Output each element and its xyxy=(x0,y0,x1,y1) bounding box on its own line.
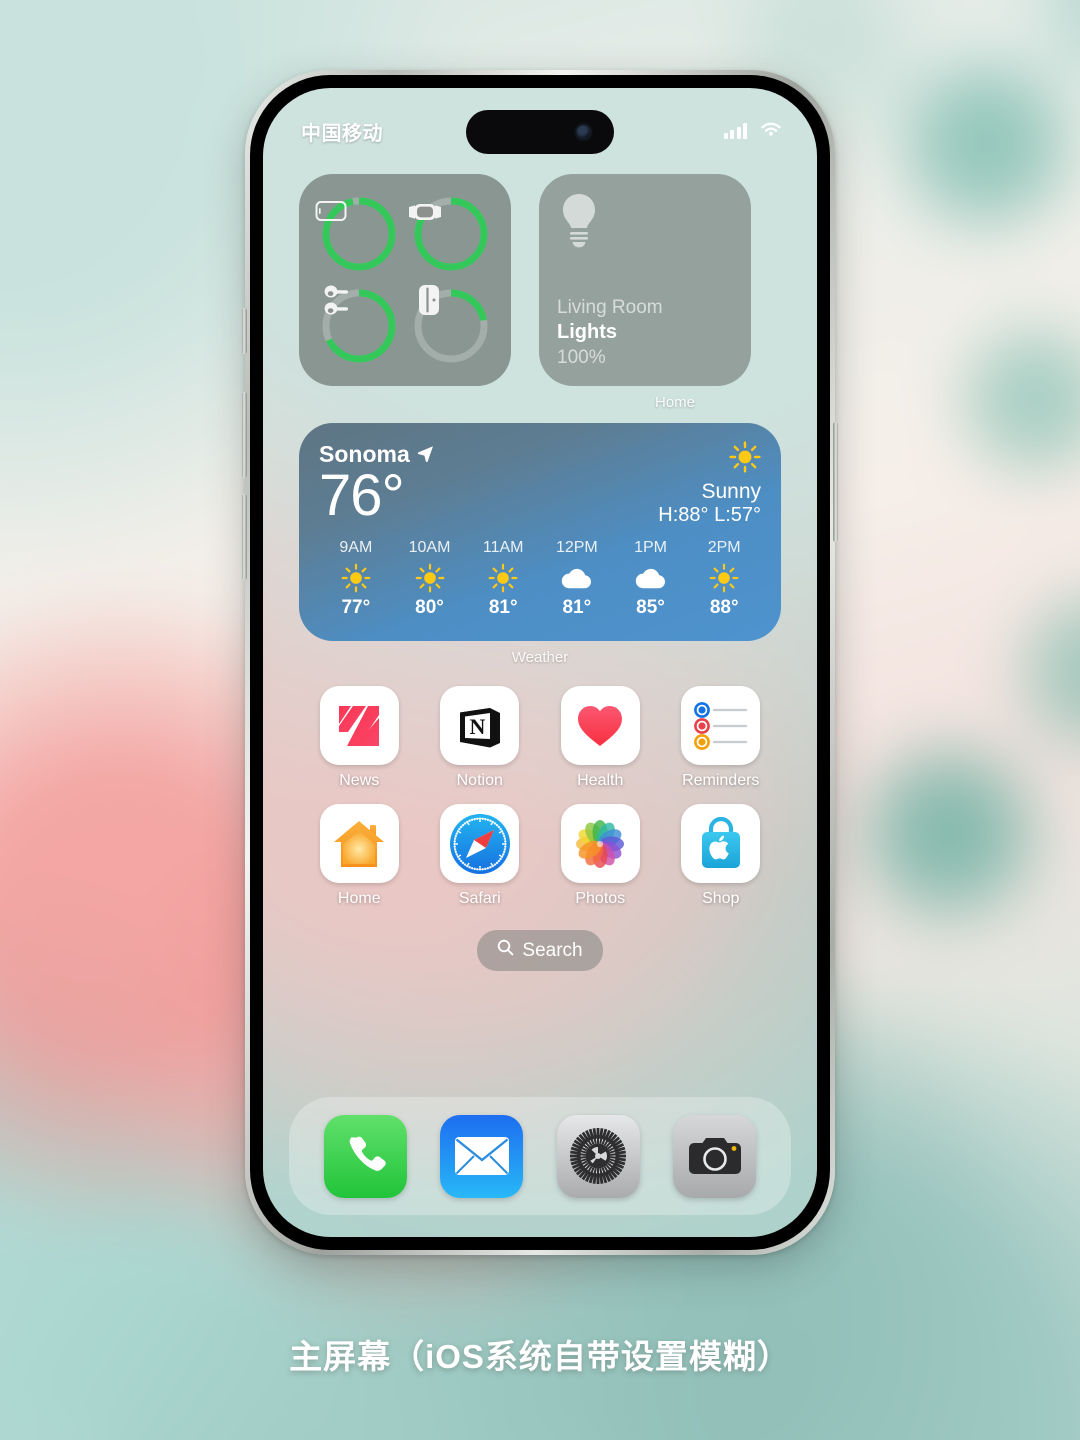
weather-widget[interactable]: Sonoma 76° Sunny H:88° L:57° 9AM 77° 10A… xyxy=(299,423,781,641)
sun-icon xyxy=(729,441,761,477)
home-screen-content: Living Room Lights 100% Home Sonoma 76° … xyxy=(263,88,817,1237)
phone-bezel: 中国移动 Living Room Lights 100% Home Sonoma… xyxy=(250,75,830,1250)
app-icon-safari[interactable]: Safari xyxy=(420,804,541,908)
weather-header: Sonoma 76° Sunny H:88° L:57° xyxy=(319,441,761,527)
apple-home-icon[interactable] xyxy=(319,804,399,883)
battery-ring-airpods-case xyxy=(412,285,490,365)
app-label: News xyxy=(339,772,380,789)
app-label: Health xyxy=(577,772,624,789)
lightbulb-icon xyxy=(557,192,733,255)
weather-hour-temp: 85° xyxy=(636,597,665,618)
home-widget-accessory: Lights xyxy=(557,321,617,344)
app-label: Home xyxy=(337,890,381,907)
weather-hour-time: 1PM xyxy=(634,539,667,556)
search-button[interactable]: Search xyxy=(477,930,603,971)
search-icon xyxy=(497,939,514,962)
app-label: Photos xyxy=(575,890,626,907)
app-icon-photos[interactable]: Photos xyxy=(540,804,661,908)
app-label: Reminders xyxy=(682,772,760,789)
weather-hour-time: 2PM xyxy=(707,539,741,556)
volume-up-button[interactable] xyxy=(242,392,247,478)
photos-icon[interactable] xyxy=(560,804,640,883)
weather-hour-column: 1PM 85° xyxy=(614,539,688,619)
airpods-icon xyxy=(320,285,398,365)
weather-hour-column: 10AM 80° xyxy=(393,539,467,619)
weather-hour-column: 2PM 88° xyxy=(687,539,761,619)
weather-current-temp: 76° xyxy=(319,463,405,528)
apple-health-icon[interactable] xyxy=(560,686,640,765)
weather-hour-temp: 88° xyxy=(709,597,739,618)
action-button[interactable] xyxy=(242,308,247,354)
app-icon-shop[interactable]: Shop xyxy=(661,804,782,908)
weather-hour-temp: 81° xyxy=(488,597,518,618)
search-label: Search xyxy=(522,939,583,961)
iphone-icon xyxy=(315,195,398,273)
iphone-screen: 中国移动 Living Room Lights 100% Home Sonoma… xyxy=(263,88,817,1237)
app-icon-home[interactable]: Home xyxy=(299,804,420,908)
home-widget-label-wrap: Home xyxy=(569,394,781,411)
volume-down-button[interactable] xyxy=(242,494,247,580)
weather-widget-label: Weather xyxy=(511,649,569,666)
apple-news-icon[interactable] xyxy=(319,686,399,765)
svg-text:N: N xyxy=(469,714,485,739)
app-label: Shop xyxy=(702,890,740,907)
home-widget-value: 100% xyxy=(557,347,606,369)
app-icon-reminders[interactable]: Reminders xyxy=(661,686,782,790)
cellular-bars-icon xyxy=(723,123,747,139)
weather-hour-column: 11AM 81° xyxy=(466,539,540,619)
cloud-icon xyxy=(614,561,688,595)
wifi-icon xyxy=(759,120,783,143)
weather-hourly-forecast: 9AM 77° 10AM 80° 11AM 81° 12PM 81° 1PM 85° 2P… xyxy=(319,539,761,619)
apple-store-icon[interactable] xyxy=(681,804,761,883)
notion-icon[interactable]: N xyxy=(440,686,520,765)
cloud-icon xyxy=(540,561,614,595)
airpods-case-icon xyxy=(412,285,490,365)
battery-ring-airpods xyxy=(320,285,398,365)
weather-hour-temp: 77° xyxy=(341,597,371,618)
sun-icon xyxy=(393,561,467,595)
battery-ring-iphone xyxy=(315,195,398,273)
app-icon-notion[interactable]: N Notion xyxy=(420,686,541,790)
weather-condition-label: Sunny xyxy=(701,480,761,503)
reminders-icon[interactable] xyxy=(681,686,761,765)
weather-hour-column: 12PM 81° xyxy=(540,539,614,619)
weather-high-low: H:88° L:57° xyxy=(658,504,761,526)
front-camera-icon xyxy=(577,125,590,139)
app-icon-news[interactable]: News xyxy=(299,686,420,790)
batteries-widget[interactable] xyxy=(299,174,511,386)
app-icon-health[interactable]: Health xyxy=(540,686,661,790)
weather-condition-block: Sunny H:88° L:57° xyxy=(658,441,761,527)
sun-icon xyxy=(687,561,761,595)
location-arrow-icon xyxy=(417,441,434,468)
weather-hour-time: 11AM xyxy=(482,539,524,556)
app-label: Safari xyxy=(458,890,501,907)
app-grid: News N Notion Health Reminders Home Safa… xyxy=(299,686,781,908)
safari-icon[interactable] xyxy=(440,804,520,883)
iphone-device-frame: 中国移动 Living Room Lights 100% Home Sonoma… xyxy=(242,70,838,1255)
weather-hour-temp: 80° xyxy=(415,597,444,618)
battery-ring-apple-watch xyxy=(409,195,490,273)
carrier-label: 中国移动 xyxy=(301,122,383,145)
apple-watch-icon xyxy=(409,195,490,273)
widget-row: Living Room Lights 100% xyxy=(299,174,781,386)
weather-hour-column: 9AM 77° xyxy=(319,539,393,619)
weather-hour-time: 12PM xyxy=(555,539,598,556)
sun-icon xyxy=(319,561,393,595)
figure-caption: 主屏幕（iOS系统自带设置模糊） xyxy=(289,1338,791,1375)
weather-hour-time: 9AM xyxy=(339,539,373,556)
weather-hour-temp: 81° xyxy=(562,597,592,618)
status-bar-indicators xyxy=(723,120,784,143)
app-label: Notion xyxy=(456,772,503,789)
power-button[interactable] xyxy=(833,422,838,542)
home-widget-room: Living Room xyxy=(557,296,663,318)
dynamic-island[interactable] xyxy=(466,110,614,154)
weather-hour-time: 10AM xyxy=(408,539,451,556)
sun-icon xyxy=(466,561,540,595)
home-widget-label: Home xyxy=(654,394,695,411)
home-widget[interactable]: Living Room Lights 100% xyxy=(539,174,751,386)
